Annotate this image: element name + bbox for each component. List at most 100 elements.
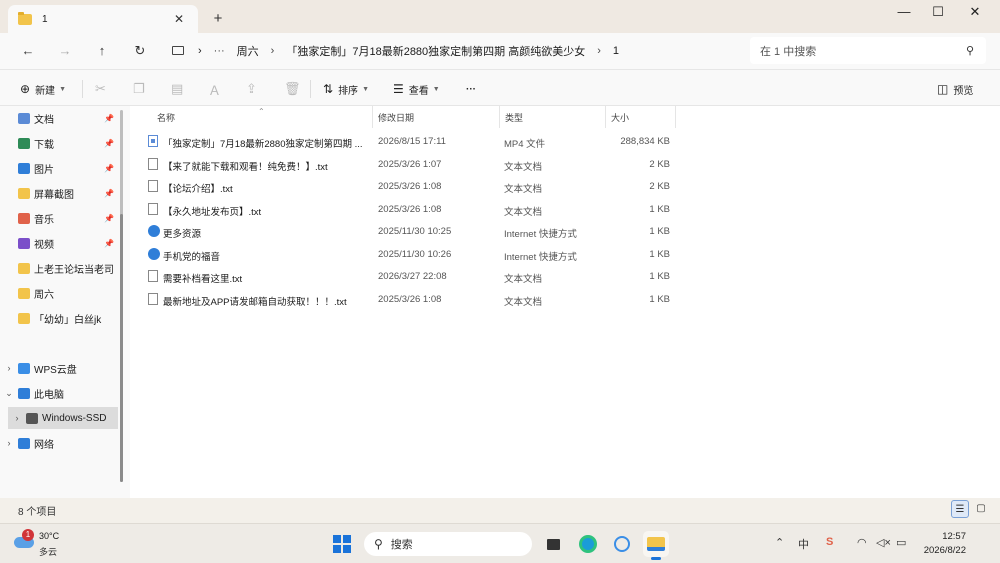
- column-divider[interactable]: [372, 106, 373, 128]
- new-button[interactable]: ⊕ 新建 ▼: [20, 78, 66, 100]
- tree-item[interactable]: › Windows-SSD: [8, 407, 118, 429]
- tree-item-label: 网络: [34, 439, 54, 451]
- tab-close-icon[interactable]: ✕: [170, 12, 188, 26]
- show-hidden-icons-icon[interactable]: ⌃: [775, 536, 784, 549]
- share-button[interactable]: ⇪: [246, 78, 262, 100]
- weather-widget[interactable]: 1 30°C 多云: [12, 529, 72, 559]
- copy-button[interactable]: ❐: [133, 78, 150, 100]
- folder-icon: [18, 312, 30, 324]
- breadcrumb-item[interactable]: 周六: [237, 43, 259, 59]
- file-explorer-app[interactable]: [643, 531, 669, 560]
- sidebar-item[interactable]: 屏幕截图 📌: [0, 182, 118, 204]
- file-type: 文本文档: [504, 274, 543, 285]
- file-size: 1 KB: [649, 203, 670, 215]
- sidebar-item[interactable]: 音乐 📌: [0, 207, 118, 229]
- column-header-size[interactable]: 大小: [611, 106, 629, 128]
- sidebar-item[interactable]: 「幼幼」白丝jk: [0, 307, 118, 329]
- paste-icon: ▤: [171, 81, 184, 96]
- sidebar-item[interactable]: 周六: [0, 282, 118, 304]
- battery-icon[interactable]: ▭: [896, 536, 906, 549]
- sidebar-item-label: 屏幕截图: [34, 189, 74, 201]
- pin-icon: 📌: [104, 213, 114, 223]
- folder-icon: [18, 287, 30, 299]
- drive-icon: [18, 387, 30, 399]
- up-button[interactable]: ↑: [91, 40, 113, 62]
- sidebar-item[interactable]: 图片 📌: [0, 157, 118, 179]
- cut-button[interactable]: ✂: [95, 78, 111, 100]
- file-row[interactable]: 最新地址及APP请发邮箱自动获取！！！.txt 2025/3/26 1:08 文本文…: [144, 289, 674, 311]
- maximize-button[interactable]: ☐: [920, 0, 956, 24]
- folder-icon: [18, 187, 30, 199]
- column-divider[interactable]: [605, 106, 606, 128]
- task-view-button[interactable]: [540, 531, 566, 557]
- breadcrumb-overflow[interactable]: ···: [214, 45, 225, 57]
- preview-button[interactable]: ◫ 预览: [937, 78, 973, 100]
- address-bar[interactable]: › ··· 周六 › 「独家定制」7月18最新2880独家定制第四期 高颜纯欲美…: [164, 37, 742, 64]
- file-row[interactable]: 【论坛介绍】.txt 2025/3/26 1:08 文本文档 2 KB: [144, 176, 674, 198]
- file-icon: [148, 180, 158, 192]
- file-date: 2025/11/30 10:26: [378, 248, 452, 260]
- paste-button[interactable]: ▤: [171, 78, 188, 100]
- expand-icon[interactable]: ›: [0, 438, 18, 448]
- start-button[interactable]: [333, 535, 351, 553]
- sidebar-item[interactable]: 下载 📌: [0, 132, 118, 154]
- drive-icon: [18, 362, 30, 374]
- sort-button[interactable]: ⇅ 排序 ▼: [323, 78, 369, 100]
- column-header-date[interactable]: 修改日期: [378, 106, 414, 128]
- windows-logo-icon: [333, 544, 342, 553]
- search-icon: ⚲: [965, 45, 974, 57]
- rename-button[interactable]: Ａ: [208, 78, 226, 100]
- breadcrumb-separator-icon: ›: [270, 44, 275, 57]
- delete-button[interactable]: 🗑: [284, 78, 306, 100]
- windows-logo-icon: [333, 535, 342, 544]
- file-row[interactable]: 手机党的福音 2025/11/30 10:26 Internet 快捷方式 1 KB: [144, 244, 674, 266]
- file-name: 需要补档看这里.txt: [163, 274, 243, 285]
- file-row[interactable]: 【永久地址发布页】.txt 2025/3/26 1:08 文本文档 1 KB: [144, 199, 674, 221]
- windows-logo-icon: [342, 544, 351, 553]
- wifi-icon[interactable]: ◠: [857, 536, 867, 549]
- column-header-name[interactable]: 名称: [157, 106, 175, 128]
- pin-icon: 📌: [104, 138, 114, 148]
- tree-item[interactable]: › WPS云盘: [0, 357, 118, 379]
- file-row[interactable]: 「独家定制」7月18最新2880独家定制第四期 ... 2026/8/15 17:…: [144, 131, 674, 153]
- column-header-type[interactable]: 类型: [505, 106, 523, 128]
- file-row[interactable]: 需要补档看这里.txt 2026/3/27 22:08 文本文档 1 KB: [144, 266, 674, 288]
- chevron-down-icon: ▼: [59, 85, 66, 93]
- more-options-button[interactable]: ···: [466, 78, 476, 100]
- navigation-pane: 文档 📌 下载 📌 图片 📌 屏幕截图 📌 音乐 📌 视频 📌 上老王论坛当老司 周六 「幼幼」白丝jk › W…: [0, 106, 130, 498]
- details-view-button[interactable]: ☰: [951, 500, 969, 518]
- breadcrumb-separator-icon: ›: [198, 44, 202, 57]
- column-divider[interactable]: [499, 106, 500, 128]
- edge-app[interactable]: [575, 531, 601, 557]
- volume-muted-icon[interactable]: ◁×: [876, 536, 891, 549]
- expand-icon[interactable]: ⌄: [0, 388, 18, 399]
- sidebar-item[interactable]: 文档 📌: [0, 107, 118, 129]
- file-row[interactable]: 更多资源 2025/11/30 10:25 Internet 快捷方式 1 KB: [144, 221, 674, 243]
- column-divider[interactable]: [675, 106, 676, 128]
- tiles-view-button[interactable]: ▢: [972, 500, 990, 518]
- file-row[interactable]: 【来了就能下载和观看！纯免费！】.txt 2025/3/26 1:07 文本文档 2 …: [144, 154, 674, 176]
- view-button[interactable]: ☰ 查看 ▼: [393, 78, 440, 100]
- search-input[interactable]: 在 1 中搜索 ⚲: [750, 37, 986, 64]
- refresh-button[interactable]: ↻: [129, 40, 151, 62]
- expand-icon[interactable]: ›: [0, 363, 18, 373]
- clock[interactable]: 12:57 2026/8/22: [924, 530, 966, 558]
- wps-tray-icon[interactable]: S: [826, 536, 833, 548]
- sidebar-item[interactable]: 视频 📌: [0, 232, 118, 254]
- new-tab-button[interactable]: +: [208, 9, 228, 29]
- nav-scrollbar-thumb[interactable]: [120, 214, 123, 482]
- close-button[interactable]: ✕: [957, 0, 993, 24]
- breadcrumb-item[interactable]: 「独家定制」7月18最新2880独家定制第四期 高颜纯欲美少女: [286, 43, 585, 59]
- expand-icon[interactable]: ›: [8, 413, 26, 423]
- app-button[interactable]: [609, 531, 635, 557]
- sidebar-item[interactable]: 上老王论坛当老司: [0, 257, 118, 279]
- back-button[interactable]: ←: [17, 40, 39, 62]
- forward-button[interactable]: →: [54, 40, 76, 62]
- breadcrumb-item[interactable]: 1: [613, 45, 619, 57]
- tree-item[interactable]: ⌄ 此电脑: [0, 382, 118, 404]
- tree-item[interactable]: › 网络: [0, 432, 118, 454]
- tab-active[interactable]: 1 ✕: [8, 5, 198, 33]
- ime-indicator[interactable]: 中: [798, 536, 809, 552]
- minimize-button[interactable]: —: [886, 0, 922, 24]
- taskbar-search[interactable]: ⚲ 搜索: [364, 532, 532, 556]
